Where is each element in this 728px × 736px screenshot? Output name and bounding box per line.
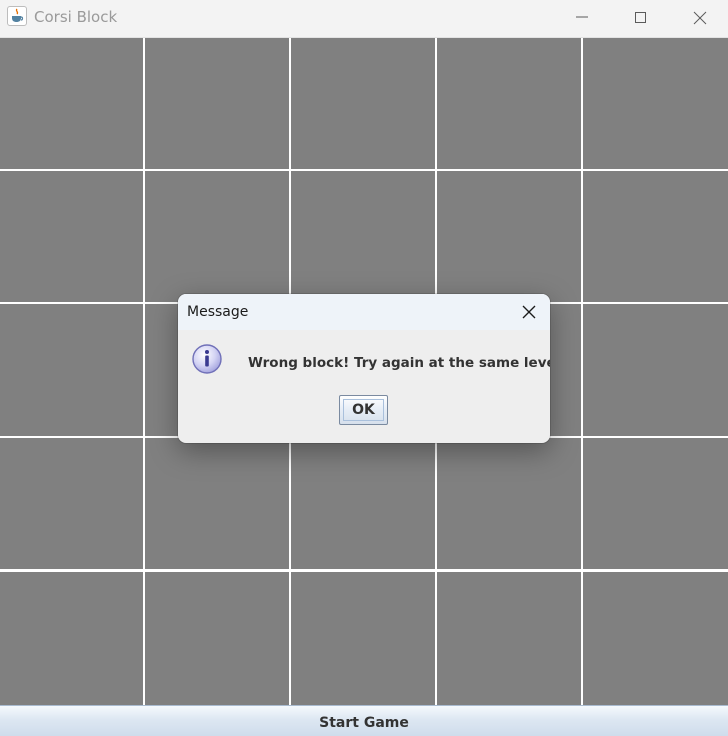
info-icon [191, 342, 225, 376]
start-game-button[interactable]: Start Game [0, 705, 728, 736]
window-title: Corsi Block [34, 8, 118, 26]
block[interactable] [145, 38, 289, 169]
ok-button[interactable]: OK [339, 395, 388, 425]
close-icon [522, 305, 536, 319]
block[interactable] [0, 171, 143, 302]
block[interactable] [0, 38, 143, 169]
block[interactable] [0, 438, 143, 569]
block[interactable] [145, 572, 289, 705]
close-button[interactable] [671, 0, 728, 36]
block[interactable] [437, 572, 581, 705]
block[interactable] [291, 438, 435, 569]
block[interactable] [437, 171, 581, 302]
java-cup-icon [7, 6, 27, 26]
block[interactable] [437, 438, 581, 569]
dialog-message: Wrong block! Try again at the same level… [248, 355, 550, 371]
title-bar[interactable]: Corsi Block [0, 0, 728, 38]
corsi-block-window: Corsi Block Start Game Message Wrong blo… [0, 0, 728, 736]
maximize-button[interactable] [612, 0, 670, 36]
block[interactable] [0, 572, 143, 705]
block[interactable] [583, 171, 728, 302]
dialog-title: Message [187, 304, 249, 320]
block[interactable] [291, 38, 435, 169]
block[interactable] [583, 38, 728, 169]
block[interactable] [583, 304, 728, 436]
block[interactable] [145, 171, 289, 302]
close-icon [693, 11, 707, 25]
block[interactable] [0, 304, 143, 436]
block[interactable] [583, 438, 728, 569]
dialog-title-bar[interactable]: Message [178, 294, 550, 330]
block[interactable] [583, 572, 728, 705]
block[interactable] [437, 38, 581, 169]
block[interactable] [145, 438, 289, 569]
maximize-icon [635, 12, 646, 23]
block[interactable] [291, 572, 435, 705]
block[interactable] [291, 171, 435, 302]
dialog-close-button[interactable] [511, 300, 545, 324]
minimize-icon [576, 16, 588, 18]
minimize-button[interactable] [553, 0, 611, 36]
start-game-label: Start Game [319, 715, 409, 731]
ok-button-label: OK [352, 402, 375, 418]
message-dialog: Message Wrong block! Try again at the sa… [178, 294, 550, 443]
